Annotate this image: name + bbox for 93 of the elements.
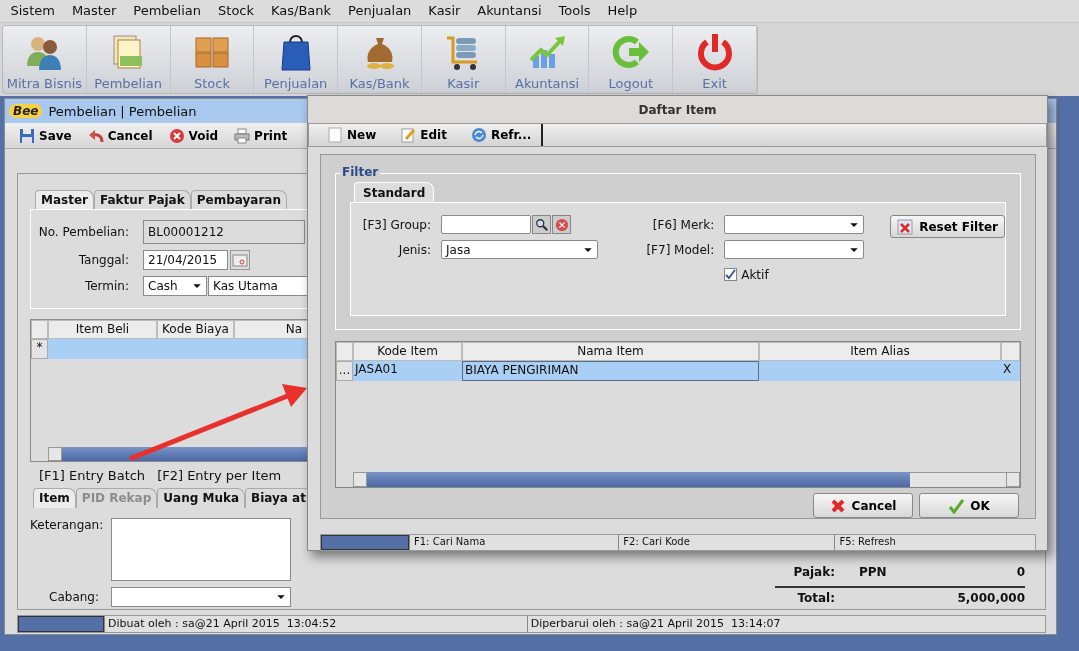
- blank-page-icon: [327, 127, 343, 143]
- field-label: [F6] Merk:: [651, 217, 716, 232]
- menu-item[interactable]: Kas/Bank: [262, 0, 340, 22]
- window-title: Pembelian | Pembelian: [48, 103, 197, 119]
- reset-filter-button[interactable]: Reset Filter: [890, 215, 1005, 238]
- column-header: Kode Item: [353, 342, 462, 361]
- dropdown[interactable]: Jasa: [441, 240, 598, 259]
- menu-item[interactable]: Pembelian: [124, 0, 210, 22]
- field-label: [F7] Model:: [645, 242, 716, 257]
- app-logo: Bee: [9, 104, 43, 118]
- total-value: 0: [1015, 565, 1025, 579]
- status-text: Diperbarui oleh : sa@21 April 2015 13:14:07: [526, 616, 1045, 632]
- menu-item[interactable]: Tools: [550, 0, 600, 22]
- dialog-title: Daftar Item: [308, 96, 1047, 123]
- table-cell: X: [1001, 361, 1020, 381]
- close-icon: [829, 497, 846, 514]
- edit-icon: [400, 127, 417, 143]
- column-header: [1001, 342, 1020, 361]
- field-label: Jenis:: [397, 242, 432, 257]
- dropdown[interactable]: [111, 587, 291, 607]
- menu-item[interactable]: Kasir: [419, 0, 469, 22]
- checkbox[interactable]: [724, 268, 738, 281]
- shortcut-hint: [F1] Entry Batch: [39, 468, 146, 483]
- calendar-button[interactable]: [230, 250, 250, 270]
- dropdown[interactable]: [724, 215, 865, 234]
- clear-button[interactable]: [552, 215, 571, 234]
- dialog-button[interactable]: OK: [919, 493, 1019, 518]
- field-label: Keterangan:: [30, 518, 105, 532]
- header-corner: [31, 320, 48, 339]
- check-icon: [948, 497, 965, 514]
- toolbar-button[interactable]: Refr...: [466, 125, 536, 145]
- tab[interactable]: Item: [33, 488, 76, 508]
- reset-filter-icon: [897, 218, 914, 235]
- column-header: Kode Biaya: [157, 320, 234, 339]
- date-field[interactable]: 21/04/2015: [143, 250, 228, 270]
- clear-icon: [554, 217, 569, 232]
- tab[interactable]: Pembayaran: [190, 190, 287, 209]
- field-label: Tanggal:: [77, 253, 130, 267]
- tab[interactable]: Standard: [354, 182, 435, 202]
- dialog-button[interactable]: Cancel: [813, 493, 913, 518]
- menu-item[interactable]: Help: [599, 0, 646, 22]
- total-value: 5,000,000: [956, 591, 1025, 605]
- field-label: [F3] Group:: [361, 217, 432, 232]
- dropdown[interactable]: [724, 240, 865, 259]
- input-field[interactable]: BL00001212: [143, 220, 305, 244]
- toolbar-button[interactable]: Edit: [396, 125, 451, 145]
- toolbar-button[interactable]: Void: [162, 125, 225, 146]
- status-text: F5: Refresh: [834, 535, 1035, 550]
- menu-item[interactable]: Penjualan: [339, 0, 420, 22]
- checkbox-label: Aktif: [741, 267, 769, 282]
- toolbar-button[interactable]: Cancel: [81, 125, 159, 146]
- save-icon: [19, 127, 35, 144]
- tab[interactable]: Faktur Pajak: [94, 190, 191, 209]
- row-header: ...: [336, 361, 353, 381]
- group-title: Filter: [340, 165, 381, 179]
- total-label: Pajak:: [792, 565, 835, 579]
- column-header: Item Alias: [759, 342, 1001, 361]
- header-corner: [336, 342, 353, 361]
- text-area[interactable]: [111, 518, 291, 581]
- menu-item[interactable]: Stock: [209, 0, 263, 22]
- menu-item[interactable]: Sistem: [2, 0, 64, 22]
- print-icon: [234, 127, 251, 144]
- scrollbar[interactable]: [353, 472, 1020, 487]
- menu-item[interactable]: Akuntansi: [468, 0, 551, 22]
- tax-type: PPN: [858, 565, 888, 579]
- table-row[interactable]: ... JASA01 BIAYA PENGIRIMAN X: [336, 361, 1020, 381]
- dropdown[interactable]: Cash: [143, 276, 207, 296]
- tab[interactable]: Uang Muka: [157, 488, 245, 508]
- tab[interactable]: Master: [35, 190, 94, 209]
- status-text: F2: Cari Kode: [618, 535, 835, 550]
- table-cell: JASA01: [353, 361, 462, 381]
- field-label: Termin:: [83, 279, 130, 293]
- status-text: Dibuat oleh : sa@21 April 2015 13:04:52: [104, 616, 527, 632]
- input-field[interactable]: [441, 215, 531, 234]
- column-header: Nama Item: [462, 342, 759, 361]
- field-label: Cabang:: [48, 590, 100, 604]
- column-header: Item Beli: [48, 320, 157, 339]
- row-marker: *: [31, 339, 48, 359]
- toolbar-button[interactable]: New: [323, 125, 381, 145]
- shortcut-hint: [F2] Entry per Item: [157, 468, 282, 483]
- toolbar-button[interactable]: Save: [13, 125, 78, 146]
- toolbar-button[interactable]: Print: [228, 125, 294, 146]
- search-button[interactable]: [532, 215, 551, 234]
- status-text: F1: Cari Nama: [409, 535, 619, 550]
- search-icon: [534, 217, 549, 232]
- void-icon: [168, 127, 185, 144]
- total-label: Total:: [796, 591, 835, 605]
- field-label: No. Pembelian:: [37, 225, 130, 239]
- table-cell: BIAYA PENGIRIMAN: [462, 361, 759, 381]
- undo-arrow-icon: [87, 127, 104, 144]
- refresh-icon: [470, 127, 487, 143]
- calendar-icon: [232, 252, 248, 268]
- menu-item[interactable]: Master: [63, 0, 125, 22]
